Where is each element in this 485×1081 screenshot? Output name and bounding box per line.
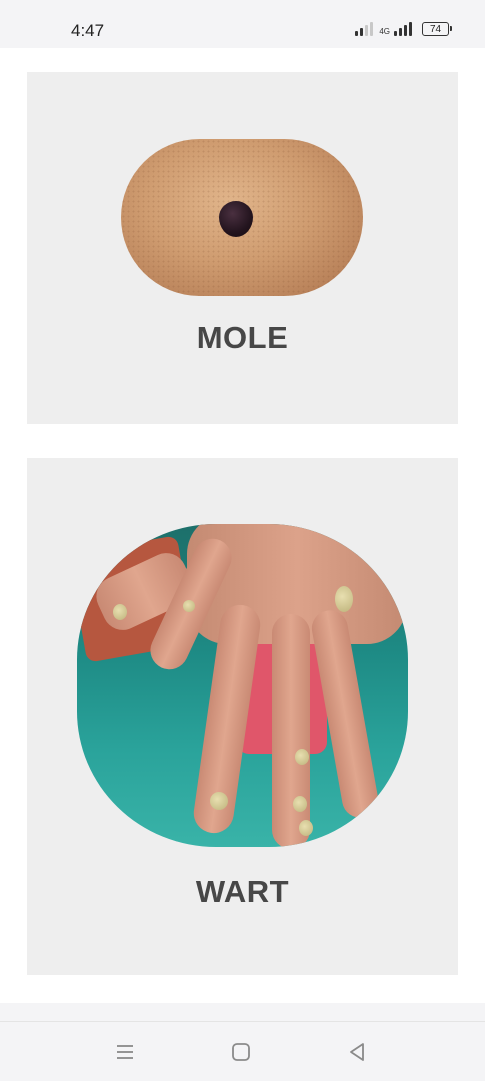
wart-spot: [295, 749, 309, 765]
status-icons: 4G 74: [355, 20, 452, 36]
finger: [272, 614, 310, 847]
card-wart[interactable]: WART: [27, 458, 458, 975]
wart-spot: [113, 604, 127, 620]
network-label: 4G: [379, 27, 390, 36]
signal-strong-icon: [394, 20, 412, 36]
wart-spot: [210, 792, 228, 810]
card-label-wart: WART: [195, 874, 290, 909]
card-label-mole: MOLE: [196, 320, 289, 355]
signal-icon: [355, 20, 374, 36]
home-icon[interactable]: [228, 1039, 254, 1065]
card-mole[interactable]: MOLE: [27, 72, 458, 424]
back-icon[interactable]: [344, 1039, 370, 1065]
wart-spot: [299, 820, 313, 836]
wart-spot: [293, 796, 307, 812]
mole-image: [121, 139, 363, 296]
wart-spot: [183, 600, 195, 612]
status-bar: 4:47 4G 74: [0, 0, 485, 48]
wart-spot: [335, 586, 353, 612]
wart-image: [77, 524, 408, 847]
battery-icon: 74: [422, 22, 452, 36]
menu-icon[interactable]: [112, 1039, 138, 1065]
battery-level: 74: [429, 23, 442, 35]
content-area: MOLE WART: [0, 48, 485, 1003]
status-time: 4:47: [71, 21, 105, 40]
navigation-bar: [0, 1021, 485, 1081]
